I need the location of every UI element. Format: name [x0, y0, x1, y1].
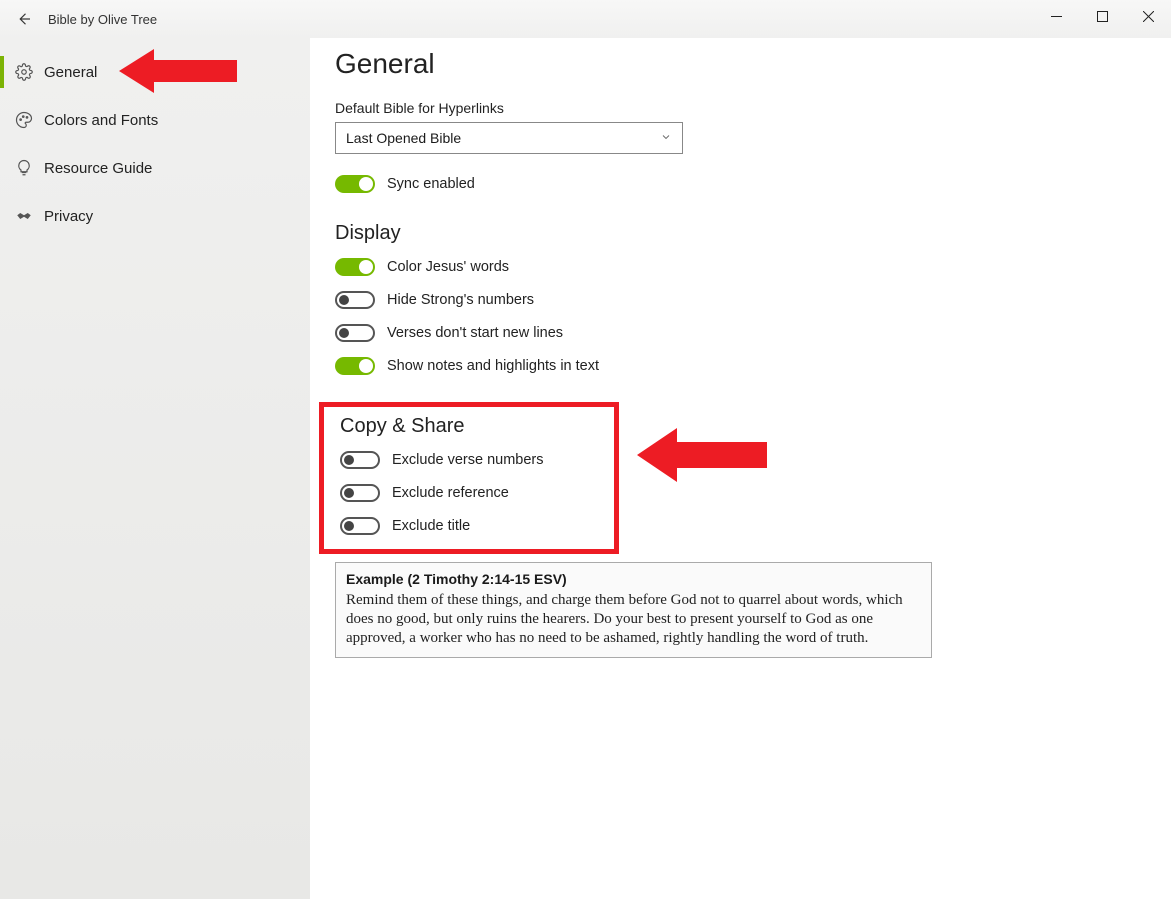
toggle-exclude-verse-numbers[interactable]	[340, 451, 380, 469]
sidebar-item-colors-fonts[interactable]: Colors and Fonts	[0, 96, 310, 144]
minimize-icon	[1051, 11, 1062, 22]
handshake-icon	[14, 206, 34, 226]
chevron-down-icon	[660, 131, 672, 146]
toggle-exclude-title[interactable]	[340, 517, 380, 535]
example-body: Remind them of these things, and charge …	[346, 591, 921, 647]
toggle-show-notes[interactable]	[335, 357, 375, 375]
sidebar-item-label: Privacy	[44, 208, 93, 225]
copy-share-heading: Copy & Share	[340, 415, 604, 438]
toggle-color-jesus-words[interactable]	[335, 258, 375, 276]
example-box: Example (2 Timothy 2:14-15 ESV) Remind t…	[335, 562, 932, 658]
toggle-verses-new-lines[interactable]	[335, 324, 375, 342]
default-bible-select[interactable]: Last Opened Bible	[335, 122, 683, 154]
palette-icon	[14, 110, 34, 130]
toggle-label: Verses don't start new lines	[387, 325, 563, 341]
page-title: General	[335, 48, 1171, 80]
example-heading: Example (2 Timothy 2:14-15 ESV)	[346, 571, 921, 587]
sidebar-item-label: Resource Guide	[44, 160, 152, 177]
sync-toggle[interactable]	[335, 175, 375, 193]
minimize-button[interactable]	[1033, 0, 1079, 32]
sidebar-item-general[interactable]: General	[0, 48, 310, 96]
toggle-hide-strongs[interactable]	[335, 291, 375, 309]
gear-icon	[14, 62, 34, 82]
sidebar-item-label: Colors and Fonts	[44, 112, 158, 129]
sidebar: General Colors and Fonts Resource Guide …	[0, 38, 310, 899]
toggle-label: Exclude verse numbers	[392, 452, 544, 468]
maximize-button[interactable]	[1079, 0, 1125, 32]
toggle-label: Exclude reference	[392, 485, 509, 501]
sync-label: Sync enabled	[387, 176, 475, 192]
sidebar-item-label: General	[44, 64, 97, 81]
close-button[interactable]	[1125, 0, 1171, 32]
window-controls	[1033, 0, 1171, 32]
back-arrow-icon	[15, 10, 33, 28]
toggle-label: Hide Strong's numbers	[387, 292, 534, 308]
toggle-label: Show notes and highlights in text	[387, 358, 599, 374]
lightbulb-icon	[14, 158, 34, 178]
copy-share-highlight-box: Copy & Share Exclude verse numbers Exclu…	[319, 402, 619, 554]
toggle-exclude-reference[interactable]	[340, 484, 380, 502]
toggle-label: Color Jesus' words	[387, 259, 509, 275]
titlebar: Bible by Olive Tree	[0, 0, 1171, 38]
default-bible-value: Last Opened Bible	[346, 130, 461, 146]
sidebar-item-privacy[interactable]: Privacy	[0, 192, 310, 240]
maximize-icon	[1097, 11, 1108, 22]
app-title: Bible by Olive Tree	[48, 12, 157, 27]
display-heading: Display	[335, 222, 1171, 245]
sidebar-item-resource-guide[interactable]: Resource Guide	[0, 144, 310, 192]
content-area: General Default Bible for Hyperlinks Las…	[310, 38, 1171, 899]
back-button[interactable]	[0, 0, 48, 38]
toggle-label: Exclude title	[392, 518, 470, 534]
close-icon	[1143, 11, 1154, 22]
default-bible-label: Default Bible for Hyperlinks	[335, 100, 1171, 116]
